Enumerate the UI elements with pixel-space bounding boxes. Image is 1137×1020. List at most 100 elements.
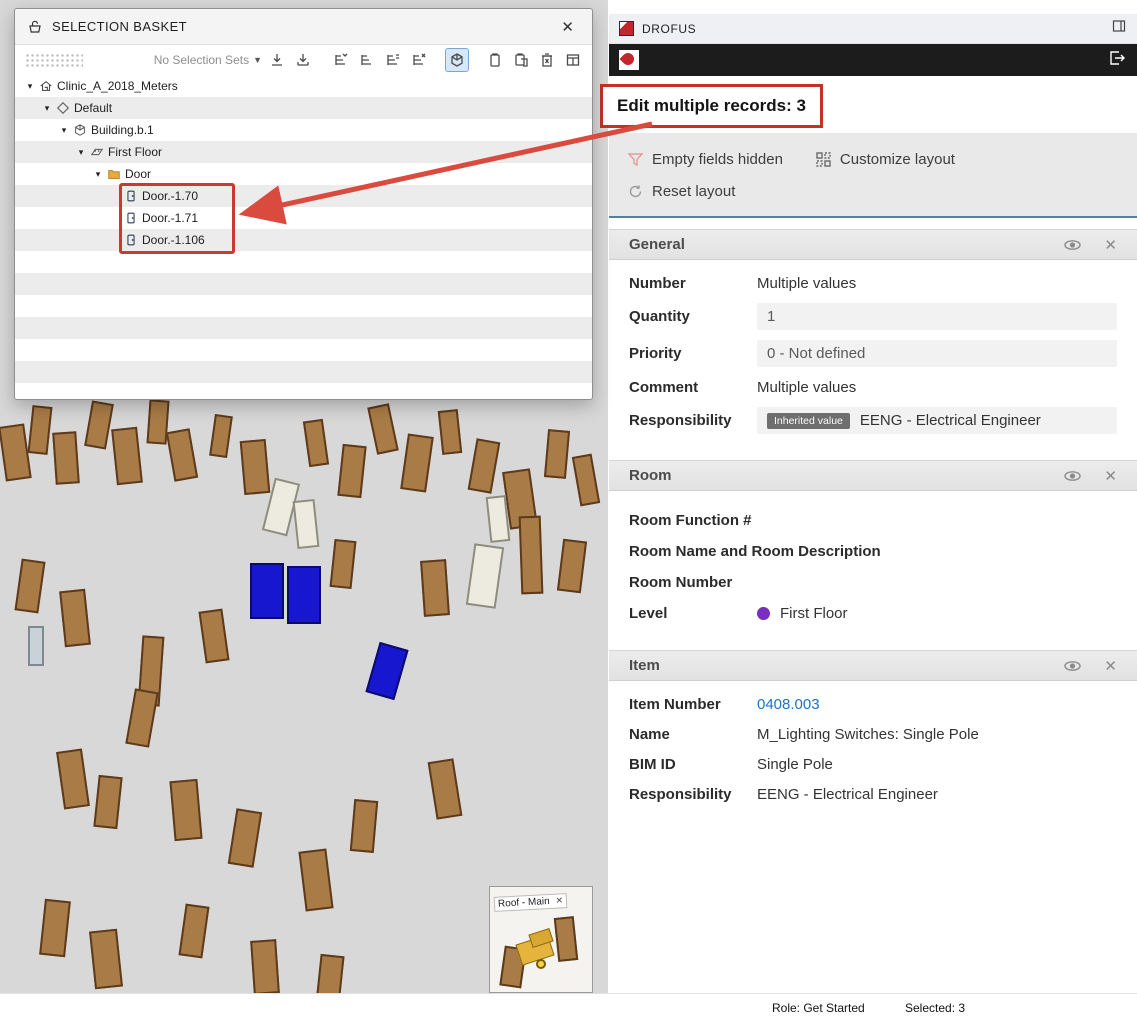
empty-fields-toggle[interactable]: Empty fields hidden bbox=[627, 151, 783, 168]
item-number-link[interactable]: 0408.003 bbox=[757, 696, 1117, 713]
door-shape[interactable] bbox=[544, 429, 570, 479]
minimap-close-icon[interactable]: ✕ bbox=[555, 895, 563, 906]
door-shape[interactable] bbox=[39, 899, 71, 957]
project-icon bbox=[37, 79, 55, 93]
door-shape[interactable] bbox=[28, 626, 44, 666]
tree-expand-icon[interactable] bbox=[330, 49, 352, 71]
eye-icon[interactable] bbox=[1063, 237, 1082, 253]
field-label: Level bbox=[629, 605, 747, 622]
door-shape[interactable] bbox=[14, 559, 45, 614]
drag-handle[interactable] bbox=[25, 53, 83, 67]
tree-group-icon[interactable] bbox=[382, 49, 404, 71]
logout-icon[interactable] bbox=[1107, 49, 1127, 72]
door-shape[interactable] bbox=[315, 954, 344, 993]
close-section-icon[interactable]: ✕ bbox=[1104, 467, 1117, 485]
door-shape[interactable] bbox=[250, 939, 280, 993]
door-shape[interactable] bbox=[89, 929, 123, 990]
door-shape[interactable] bbox=[198, 609, 229, 664]
dock-panel-icon[interactable] bbox=[1111, 18, 1127, 39]
door-shape[interactable] bbox=[293, 499, 320, 549]
field-value[interactable]: Multiple values bbox=[757, 275, 1117, 292]
tree-row-door-instance[interactable]: Door.-1.71 bbox=[15, 207, 592, 229]
door-shape[interactable] bbox=[298, 849, 333, 912]
door-shape[interactable] bbox=[228, 808, 262, 867]
caret-icon[interactable]: ▾ bbox=[74, 147, 88, 158]
door-shape[interactable] bbox=[428, 758, 463, 819]
layout-grid-icon[interactable] bbox=[562, 49, 584, 71]
door-shape[interactable] bbox=[178, 904, 209, 959]
tree-row-default[interactable]: ▾ Default bbox=[15, 97, 592, 119]
door-shape[interactable] bbox=[350, 799, 378, 853]
copy-icon[interactable] bbox=[484, 49, 506, 71]
reset-layout-label: Reset layout bbox=[652, 183, 735, 200]
door-shape[interactable] bbox=[111, 427, 143, 485]
door-shape[interactable] bbox=[420, 559, 450, 617]
import-set-icon[interactable] bbox=[266, 49, 288, 71]
door-shape[interactable] bbox=[330, 539, 357, 589]
door-shape[interactable] bbox=[28, 405, 53, 455]
section-title: Item bbox=[629, 657, 1041, 674]
caret-icon[interactable]: ▾ bbox=[23, 81, 37, 92]
caret-icon[interactable]: ▾ bbox=[91, 169, 105, 180]
door-shape[interactable] bbox=[84, 400, 114, 449]
eye-icon[interactable] bbox=[1063, 468, 1082, 484]
close-icon[interactable]: ✕ bbox=[555, 16, 580, 38]
selection-basket-titlebar[interactable]: SELECTION BASKET ✕ bbox=[15, 9, 592, 45]
door-shape[interactable] bbox=[468, 438, 501, 493]
field-value[interactable]: Multiple values bbox=[757, 379, 1117, 396]
selection-sets-dropdown[interactable]: No Selection Sets ▼ bbox=[154, 53, 262, 67]
door-shape[interactable] bbox=[93, 775, 122, 829]
close-section-icon[interactable]: ✕ bbox=[1104, 236, 1117, 254]
export-set-icon[interactable] bbox=[292, 49, 314, 71]
caret-icon[interactable]: ▾ bbox=[57, 125, 71, 136]
remove-icon[interactable] bbox=[536, 49, 558, 71]
tree-row-project[interactable]: ▾ Clinic_A_2018_Meters bbox=[15, 75, 592, 97]
tree-filter-icon[interactable] bbox=[408, 49, 430, 71]
eye-icon[interactable] bbox=[1063, 658, 1082, 674]
tree-row-door-category[interactable]: ▾ Door bbox=[15, 163, 592, 185]
customize-layout-label: Customize layout bbox=[840, 151, 955, 168]
door-shape[interactable] bbox=[166, 428, 198, 481]
tree-row-floor[interactable]: ▾ First Floor bbox=[15, 141, 592, 163]
door-shape[interactable] bbox=[56, 748, 90, 809]
show-3d-icon[interactable] bbox=[446, 49, 468, 71]
door-shape[interactable] bbox=[303, 419, 329, 467]
reset-layout-button[interactable]: Reset layout bbox=[627, 183, 735, 200]
paste-icon[interactable] bbox=[510, 49, 532, 71]
level-value[interactable]: First Floor bbox=[780, 605, 848, 622]
status-bar: Role: Get Started Selected: 3 bbox=[0, 993, 1137, 1020]
tree-collapse-icon[interactable] bbox=[356, 49, 378, 71]
door-shape[interactable] bbox=[466, 543, 504, 609]
door-shape[interactable] bbox=[367, 403, 398, 455]
responsibility-input[interactable]: Inherited valueEENG - Electrical Enginee… bbox=[757, 407, 1117, 434]
door-shape[interactable] bbox=[240, 439, 271, 495]
close-section-icon[interactable]: ✕ bbox=[1104, 657, 1117, 675]
door-shape[interactable] bbox=[250, 563, 284, 619]
tree-label: Building.b.1 bbox=[89, 123, 154, 137]
door-shape[interactable] bbox=[52, 431, 80, 485]
caret-icon[interactable]: ▾ bbox=[40, 103, 54, 114]
tree-label: Door bbox=[123, 167, 151, 181]
tree-row-door-instance[interactable]: Door.-1.106 bbox=[15, 229, 592, 251]
minimap[interactable]: Roof - Main ✕ bbox=[489, 886, 593, 993]
door-shape[interactable] bbox=[572, 454, 600, 507]
section-body-general: Number Multiple values Quantity 1 Priori… bbox=[609, 260, 1137, 449]
door-shape[interactable] bbox=[169, 779, 202, 841]
door-shape[interactable] bbox=[337, 444, 366, 498]
door-shape[interactable] bbox=[287, 566, 321, 624]
door-shape[interactable] bbox=[125, 688, 158, 747]
door-shape[interactable] bbox=[438, 409, 462, 455]
door-shape[interactable] bbox=[557, 539, 587, 594]
door-shape[interactable] bbox=[400, 433, 434, 492]
door-shape[interactable] bbox=[519, 516, 544, 595]
quantity-input[interactable]: 1 bbox=[757, 303, 1117, 330]
field-quantity: Quantity 1 bbox=[609, 298, 1137, 335]
default-set-icon bbox=[54, 101, 72, 115]
door-shape[interactable] bbox=[365, 642, 408, 700]
tree-row-building[interactable]: ▾ Building.b.1 bbox=[15, 119, 592, 141]
tree-row-door-instance[interactable]: Door.-1.70 bbox=[15, 185, 592, 207]
customize-layout-button[interactable]: Customize layout bbox=[815, 151, 955, 168]
door-shape[interactable] bbox=[209, 414, 233, 458]
priority-input[interactable]: 0 - Not defined bbox=[757, 340, 1117, 367]
door-shape[interactable] bbox=[59, 589, 91, 647]
